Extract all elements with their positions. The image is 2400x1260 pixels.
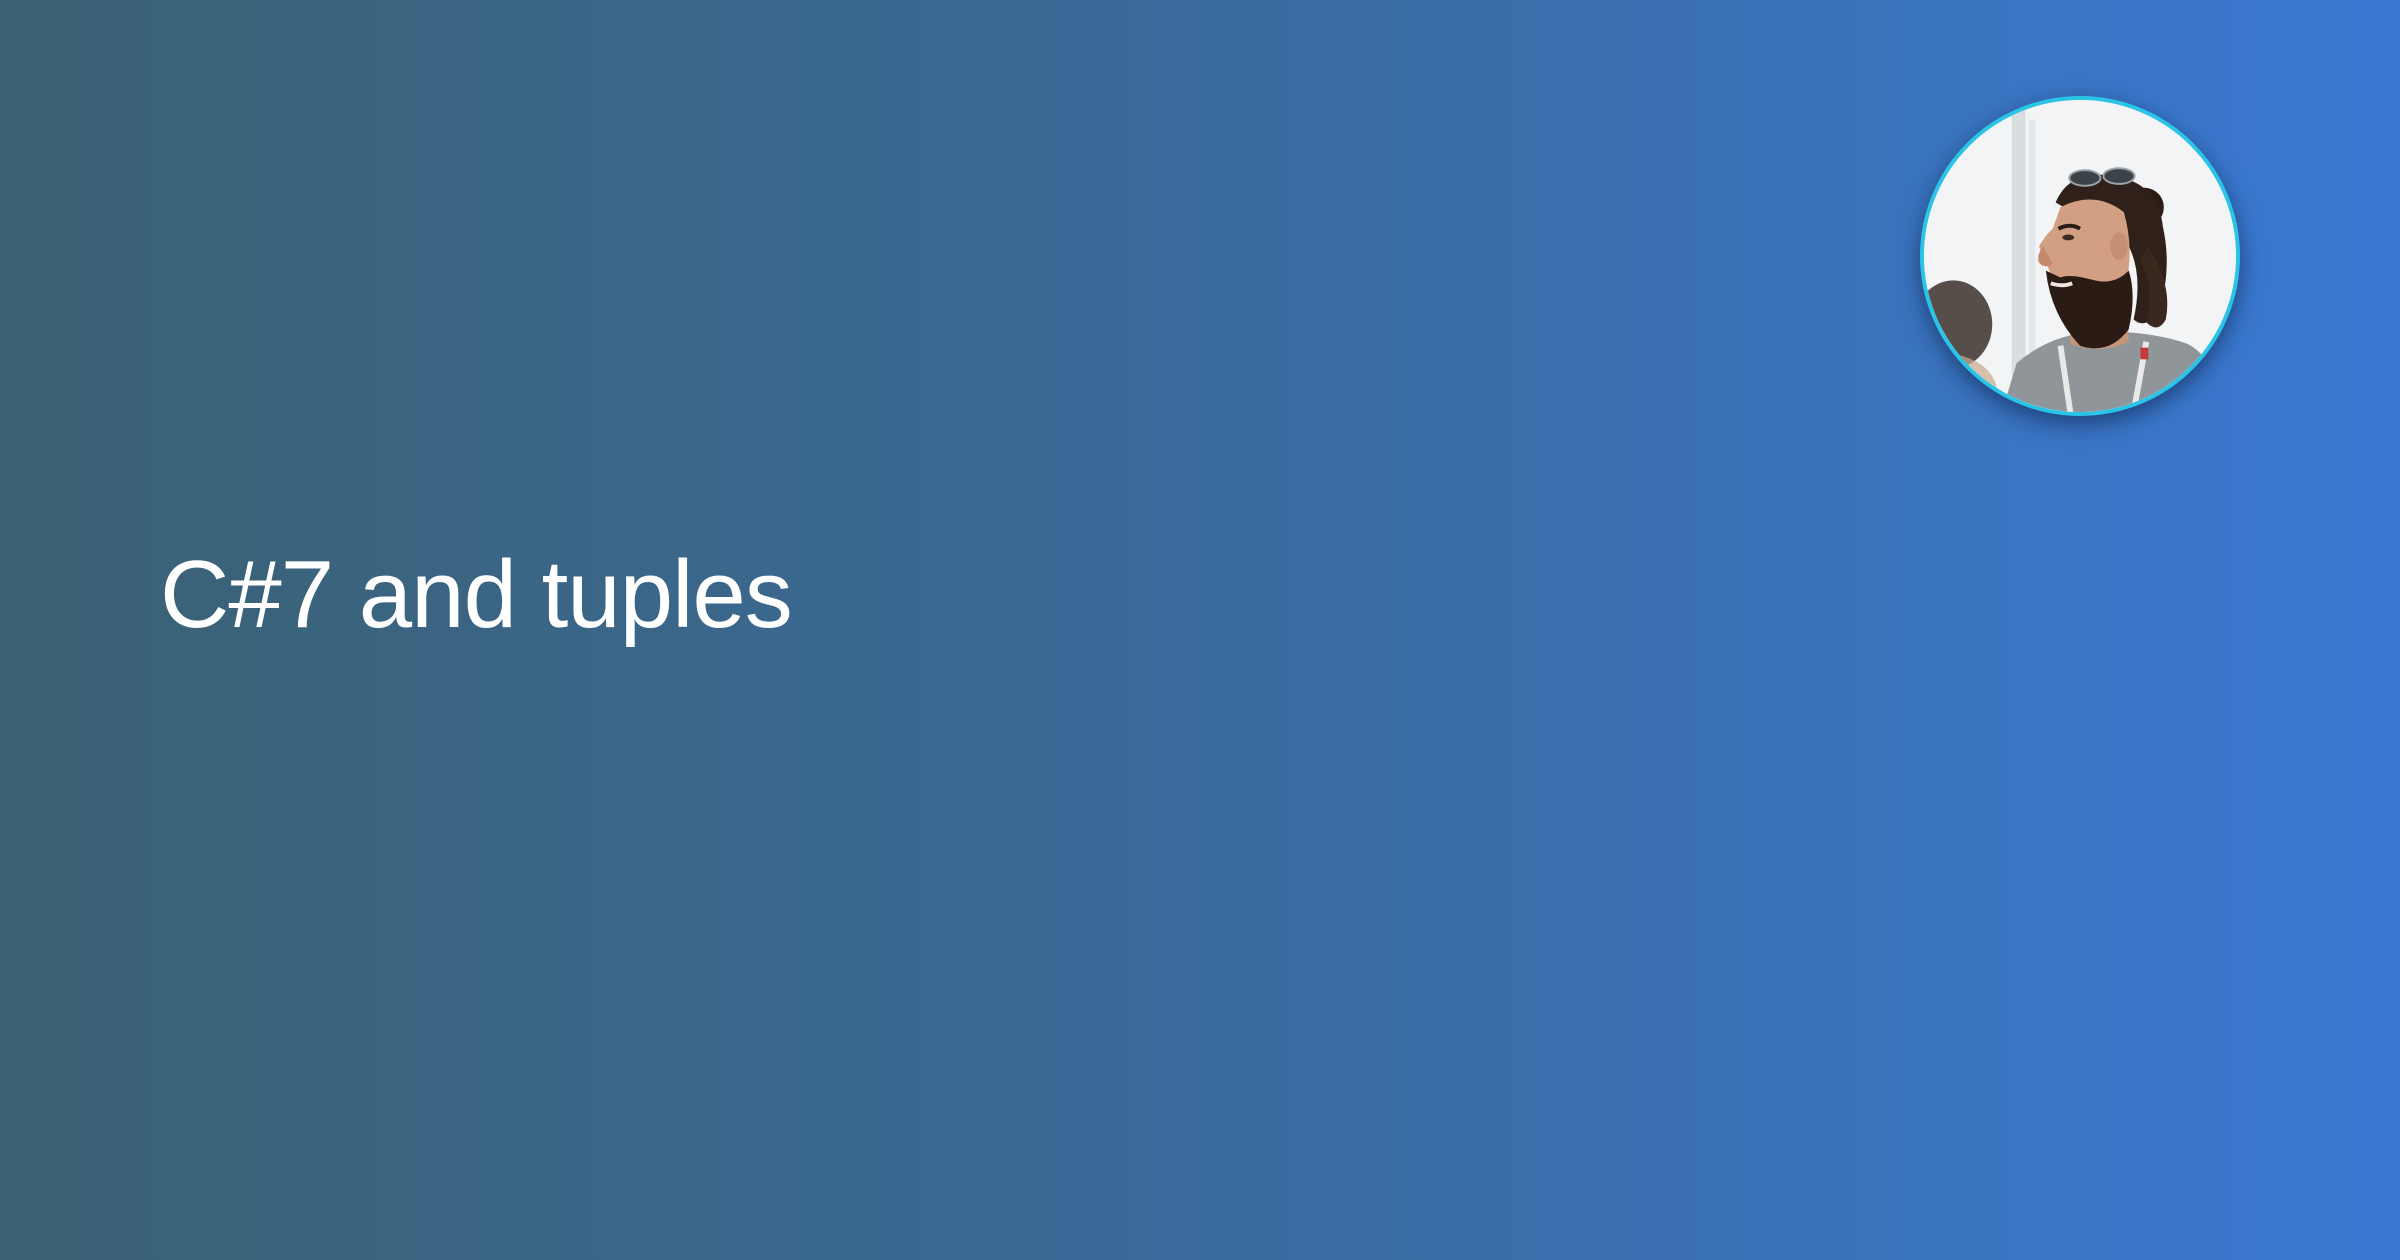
social-card: C#7 and tuples xyxy=(0,0,2400,1260)
post-title: C#7 and tuples xyxy=(160,541,793,648)
author-avatar xyxy=(1920,96,2240,416)
avatar-photo xyxy=(1924,100,2236,412)
